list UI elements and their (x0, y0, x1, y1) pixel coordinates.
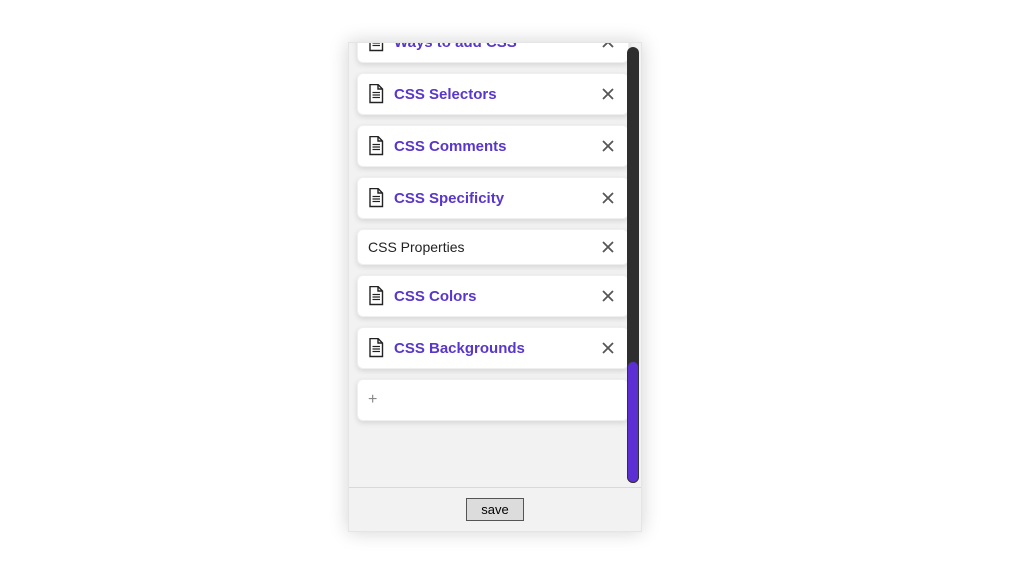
scrollbar-thumb[interactable] (627, 361, 639, 483)
item-title: CSS Comments (394, 138, 598, 155)
list-item[interactable]: CSS Colors (357, 275, 629, 317)
document-icon (368, 286, 384, 306)
close-icon[interactable] (598, 84, 618, 104)
section-title: CSS Properties (368, 239, 598, 255)
document-icon (368, 188, 384, 208)
section-item[interactable]: CSS Properties (357, 229, 629, 265)
list-item[interactable]: CSS Selectors (357, 73, 629, 115)
item-title: CSS Backgrounds (394, 340, 598, 357)
footer: save (349, 487, 641, 531)
close-icon[interactable] (598, 136, 618, 156)
editor-panel: Ways to add CSS CSS Selectors CSS Comments… (348, 42, 642, 532)
items-scroll-area: Ways to add CSS CSS Selectors CSS Comments… (349, 43, 641, 487)
item-title: CSS Colors (394, 288, 598, 305)
list-item[interactable]: CSS Specificity (357, 177, 629, 219)
close-icon[interactable] (598, 338, 618, 358)
item-title: Ways to add CSS (394, 43, 598, 51)
item-title: CSS Specificity (394, 190, 598, 207)
close-icon[interactable] (598, 188, 618, 208)
close-icon[interactable] (598, 237, 618, 257)
scrollbar-track[interactable] (627, 47, 639, 483)
add-item-button[interactable]: + (357, 379, 629, 421)
save-button[interactable]: save (466, 498, 523, 521)
document-icon (368, 43, 384, 52)
close-icon[interactable] (598, 43, 618, 52)
document-icon (368, 338, 384, 358)
plus-icon: + (368, 392, 377, 408)
list-item[interactable]: CSS Comments (357, 125, 629, 167)
document-icon (368, 136, 384, 156)
items-list: Ways to add CSS CSS Selectors CSS Comments… (357, 43, 629, 421)
document-icon (368, 84, 384, 104)
item-title: CSS Selectors (394, 86, 598, 103)
list-item[interactable]: CSS Backgrounds (357, 327, 629, 369)
list-item[interactable]: Ways to add CSS (357, 43, 629, 63)
close-icon[interactable] (598, 286, 618, 306)
